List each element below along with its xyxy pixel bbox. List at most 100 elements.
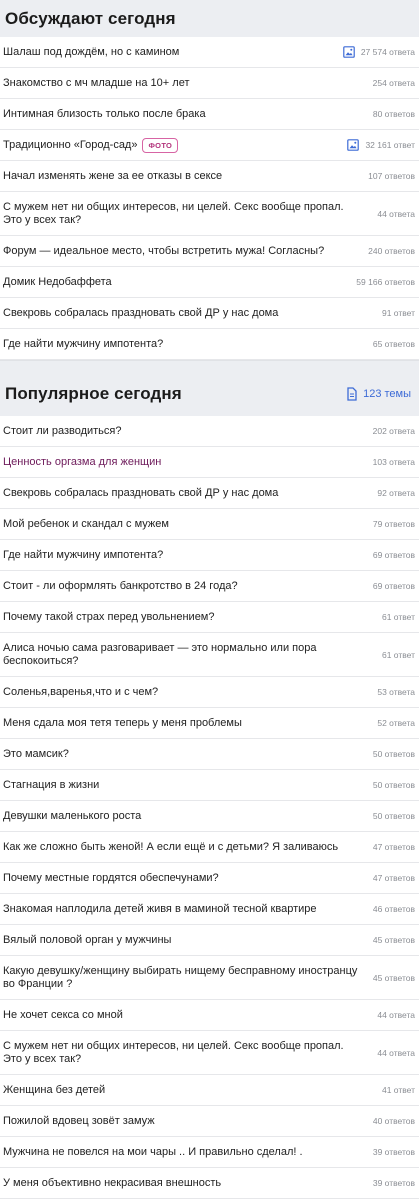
topic-title[interactable]: Традиционно «Город-сад»	[3, 139, 137, 152]
topic-row[interactable]: Свекровь собралась праздновать свой ДР у…	[0, 478, 419, 509]
answers-count: 52 ответа	[377, 718, 415, 728]
topic-meta: 50 ответов	[373, 780, 415, 790]
topic-row[interactable]: Стоит ли разводиться? 202 ответа	[0, 416, 419, 447]
topic-row[interactable]: Это мамсик? 50 ответов	[0, 739, 419, 770]
topic-row[interactable]: Стагнация в жизни 50 ответов	[0, 770, 419, 801]
topic-row[interactable]: Мой ребенок и скандал с мужем 79 ответов	[0, 509, 419, 540]
answers-count: 69 ответов	[372, 581, 415, 591]
topic-title[interactable]: С мужем нет ни общих интересов, ни целей…	[3, 201, 365, 227]
topic-title[interactable]: Стоит - ли оформлять банкротство в 24 го…	[3, 580, 238, 593]
topic-row[interactable]: У меня объективно некрасивая внешность 39…	[0, 1168, 419, 1199]
answers-count: 47 ответов	[372, 842, 415, 852]
answers-count: 40 ответов	[372, 1116, 415, 1126]
popular-header: Популярное сегодня 123 темы	[0, 360, 419, 416]
topic-row[interactable]: Знакомство с мч младше на 10+ лет 254 отв…	[0, 68, 419, 99]
answers-count: 32 161 ответ	[365, 140, 415, 150]
topic-title[interactable]: Девушки маленького роста	[3, 810, 141, 823]
topic-title[interactable]: Вялый половой орган у мужчины	[3, 934, 171, 947]
answers-count: 50 ответов	[372, 780, 415, 790]
answers-count: 103 ответа	[372, 457, 415, 467]
topic-title[interactable]: Стоит ли разводиться?	[3, 425, 122, 438]
topic-row[interactable]: Ценность оргазма для женщин 103 ответа	[0, 447, 419, 478]
topic-title[interactable]: Форум — идеальное место, чтобы встретить…	[3, 245, 324, 258]
topic-title[interactable]: Свекровь собралась праздновать свой ДР у…	[3, 307, 278, 320]
topic-row[interactable]: Пожилой вдовец зовёт замуж 40 ответов	[0, 1106, 419, 1137]
topic-meta: 45 ответов	[373, 935, 415, 945]
topic-row[interactable]: Свекровь собралась праздновать свой ДР у…	[0, 298, 419, 329]
topic-title[interactable]: Почему местные гордятся обеспечунами?	[3, 872, 219, 885]
topic-title[interactable]: Не хочет секса со мной	[3, 1009, 123, 1022]
topic-meta: 44 ответа	[377, 1010, 415, 1020]
topic-row[interactable]: Знакомая наплодила детей живя в маминой …	[0, 894, 419, 925]
topic-meta: 61 ответ	[382, 612, 415, 622]
topic-row[interactable]: Интимная близость только после брака 80 о…	[0, 99, 419, 130]
topic-title[interactable]: Шалаш под дождём, но с камином	[3, 46, 179, 59]
answers-count: 45 ответов	[372, 972, 415, 983]
topic-row[interactable]: Соленья,варенья,что и с чем? 53 ответа	[0, 677, 419, 708]
topic-meta: 65 ответов	[373, 339, 415, 349]
topic-row[interactable]: Традиционно «Город-сад» ФОТО 32 161 ответ	[0, 130, 419, 161]
topic-title[interactable]: С мужем нет ни общих интересов, ни целей…	[3, 1040, 365, 1066]
topic-row[interactable]: Девушки маленького роста 50 ответов	[0, 801, 419, 832]
topic-row[interactable]: Домик Недобаффета 59 166 ответов	[0, 267, 419, 298]
topic-row[interactable]: Начал изменять жене за ее отказы в сексе…	[0, 161, 419, 192]
topic-title[interactable]: Какую девушку/женщину выбирать нищему бе…	[3, 965, 365, 991]
topic-row[interactable]: Стоит - ли оформлять банкротство в 24 го…	[0, 571, 419, 602]
topic-title[interactable]: Начал изменять жене за ее отказы в сексе	[3, 170, 222, 183]
topic-row[interactable]: Мужчина не повелся на мои чары .. И прав…	[0, 1137, 419, 1168]
topic-title[interactable]: Где найти мужчину импотента?	[3, 549, 163, 562]
topic-title[interactable]: Как же сложно быть женой! А если ещё и с…	[3, 841, 338, 854]
topic-row[interactable]: Шалаш под дождём, но с камином 27 574 отв…	[0, 37, 419, 68]
answers-count: 254 ответа	[372, 78, 415, 88]
answers-count: 53 ответа	[377, 687, 415, 697]
topic-meta: 53 ответа	[377, 687, 415, 697]
topic-row[interactable]: Не хочет секса со мной 44 ответа	[0, 1000, 419, 1031]
topic-row[interactable]: Алиса ночью сама разговаривает — это нор…	[0, 633, 419, 677]
topic-title[interactable]: Где найти мужчину импотента?	[3, 338, 163, 351]
topic-row[interactable]: Почему такой страх перед увольнением? 61 …	[0, 602, 419, 633]
topic-title[interactable]: Алиса ночью сама разговаривает — это нор…	[3, 642, 365, 668]
topic-title[interactable]: Стагнация в жизни	[3, 779, 99, 792]
topic-title[interactable]: Пожилой вдовец зовёт замуж	[3, 1115, 155, 1128]
topic-row[interactable]: Женщина без детей 41 ответ	[0, 1075, 419, 1106]
popular-count-label: 123 темы	[363, 387, 411, 400]
answers-count: 92 ответа	[377, 488, 415, 498]
answers-count: 202 ответа	[372, 426, 415, 436]
topic-row[interactable]: С мужем нет ни общих интересов, ни целей…	[0, 192, 419, 236]
topic-meta: 39 ответов	[373, 1147, 415, 1157]
topic-title[interactable]: Меня сдала моя тетя теперь у меня пробле…	[3, 717, 242, 730]
topic-row[interactable]: Форум — идеальное место, чтобы встретить…	[0, 236, 419, 267]
topic-title[interactable]: Интимная близость только после брака	[3, 108, 206, 121]
topic-title[interactable]: Женщина без детей	[3, 1084, 105, 1097]
answers-count: 41 ответ	[381, 1085, 415, 1095]
topic-meta: 69 ответов	[373, 581, 415, 591]
topic-title[interactable]: Мой ребенок и скандал с мужем	[3, 518, 169, 531]
topic-meta: 91 ответ	[382, 308, 415, 318]
topic-meta: 92 ответа	[377, 488, 415, 498]
topic-title[interactable]: Мужчина не повелся на мои чары .. И прав…	[3, 1146, 303, 1159]
topic-title[interactable]: Домик Недобаффета	[3, 276, 112, 289]
topic-row[interactable]: Как же сложно быть женой! А если ещё и с…	[0, 832, 419, 863]
topic-meta: 240 ответов	[368, 246, 415, 256]
topic-title[interactable]: Знакомая наплодила детей живя в маминой …	[3, 903, 317, 916]
answers-count: 80 ответов	[372, 109, 415, 119]
topic-meta: 45 ответов	[373, 973, 415, 983]
topic-row[interactable]: Где найти мужчину импотента? 65 ответов	[0, 329, 419, 360]
topic-row[interactable]: Почему местные гордятся обеспечунами? 47 …	[0, 863, 419, 894]
topic-row[interactable]: Какую девушку/женщину выбирать нищему бе…	[0, 956, 419, 1000]
answers-count: 91 ответ	[381, 308, 415, 318]
topic-title[interactable]: Свекровь собралась праздновать свой ДР у…	[3, 487, 278, 500]
topic-row[interactable]: С мужем нет ни общих интересов, ни целей…	[0, 1031, 419, 1075]
popular-count-link[interactable]: 123 темы	[346, 386, 411, 401]
topic-title[interactable]: Знакомство с мч младше на 10+ лет	[3, 77, 189, 90]
topic-row[interactable]: Меня сдала моя тетя теперь у меня пробле…	[0, 708, 419, 739]
topic-title[interactable]: Соленья,варенья,что и с чем?	[3, 686, 158, 699]
topic-title[interactable]: У меня объективно некрасивая внешность	[3, 1177, 221, 1190]
topic-row[interactable]: Где найти мужчину импотента? 69 ответов	[0, 540, 419, 571]
topic-row[interactable]: Вялый половой орган у мужчины 45 ответов	[0, 925, 419, 956]
topic-meta: 40 ответов	[373, 1116, 415, 1126]
topic-title[interactable]: Почему такой страх перед увольнением?	[3, 611, 215, 624]
topic-title[interactable]: Это мамсик?	[3, 748, 69, 761]
topic-meta: 107 ответов	[368, 171, 415, 181]
topic-title[interactable]: Ценность оргазма для женщин	[3, 456, 161, 469]
